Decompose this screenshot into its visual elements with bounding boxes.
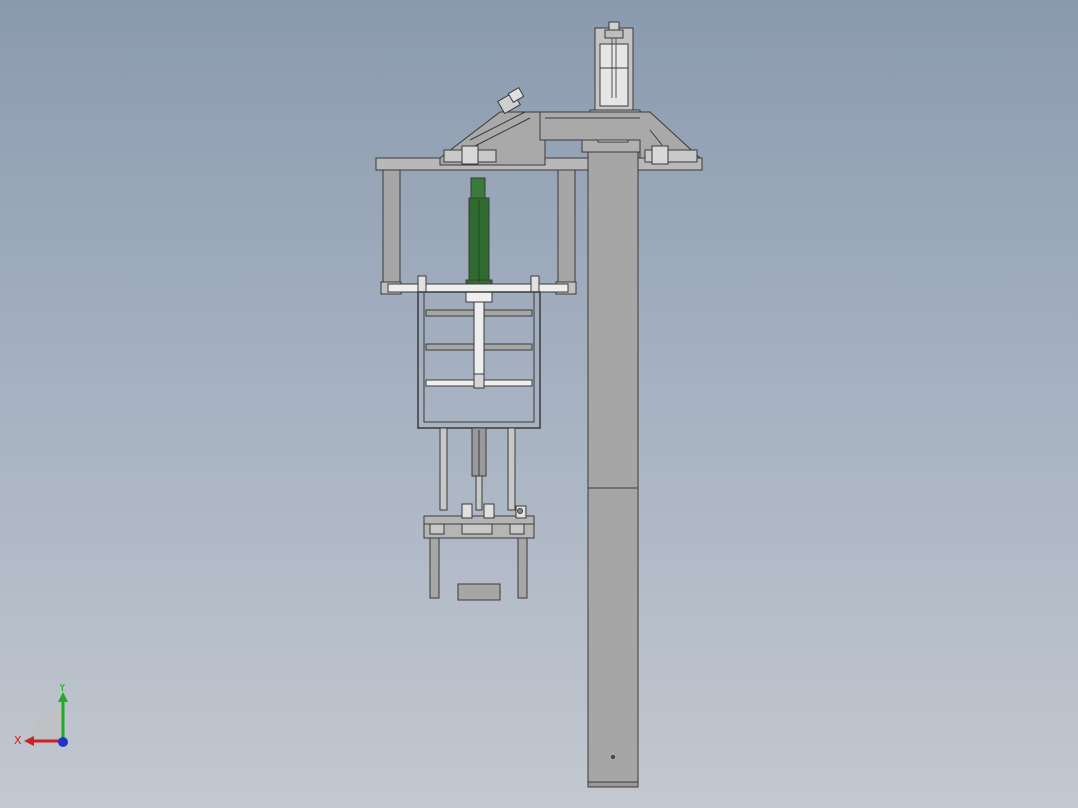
- left-guide-leg[interactable]: [380, 169, 402, 295]
- z-axis-dot: [58, 737, 68, 747]
- guide-rods[interactable]: [439, 427, 516, 511]
- machine-assembly-model[interactable]: [0, 0, 1078, 808]
- right-guide-leg[interactable]: [555, 169, 577, 295]
- x-axis-label: X: [14, 734, 22, 747]
- green-cylinder[interactable]: [465, 177, 493, 289]
- y-axis-label: Y: [58, 684, 66, 694]
- coordinate-triad: Y X: [14, 684, 68, 747]
- vertical-column[interactable]: [587, 149, 639, 788]
- cad-viewport[interactable]: Y X: [0, 0, 1078, 808]
- x-axis-head: [24, 736, 34, 746]
- lift-frame[interactable]: [417, 291, 541, 429]
- triad-plane: [30, 694, 63, 741]
- top-actuator[interactable]: [589, 21, 641, 123]
- gripper-legs[interactable]: [429, 537, 528, 601]
- top-beam[interactable]: [375, 111, 703, 171]
